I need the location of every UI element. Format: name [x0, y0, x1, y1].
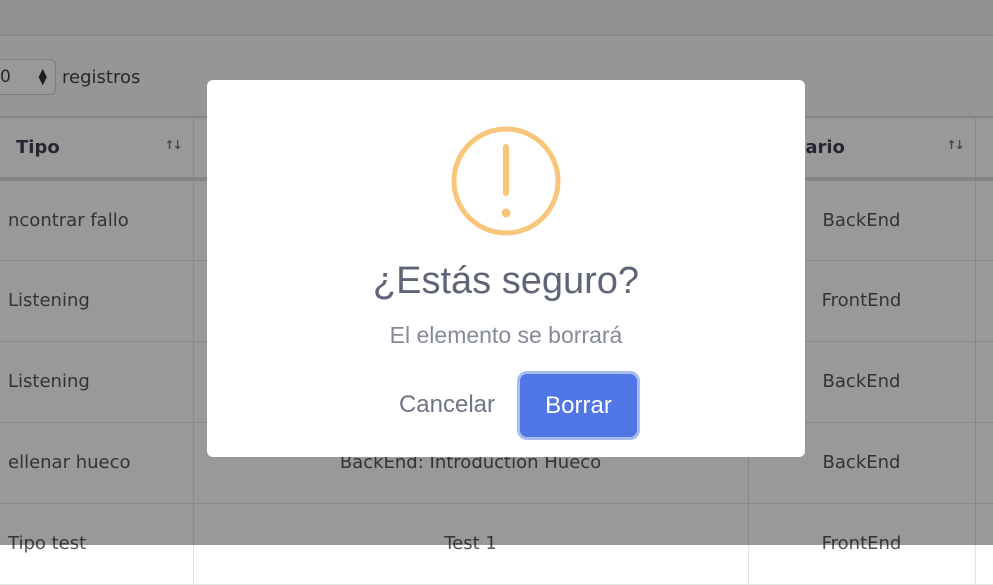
delete-button[interactable]: Borrar	[520, 374, 637, 437]
confirm-dialog: ¿Estás seguro? El elemento se borrará Ca…	[207, 80, 805, 457]
dialog-title: ¿Estás seguro?	[372, 260, 640, 302]
dialog-message: El elemento se borrará	[389, 322, 623, 348]
warning-icon	[451, 126, 561, 236]
cancel-button[interactable]: Cancelar	[387, 377, 507, 433]
